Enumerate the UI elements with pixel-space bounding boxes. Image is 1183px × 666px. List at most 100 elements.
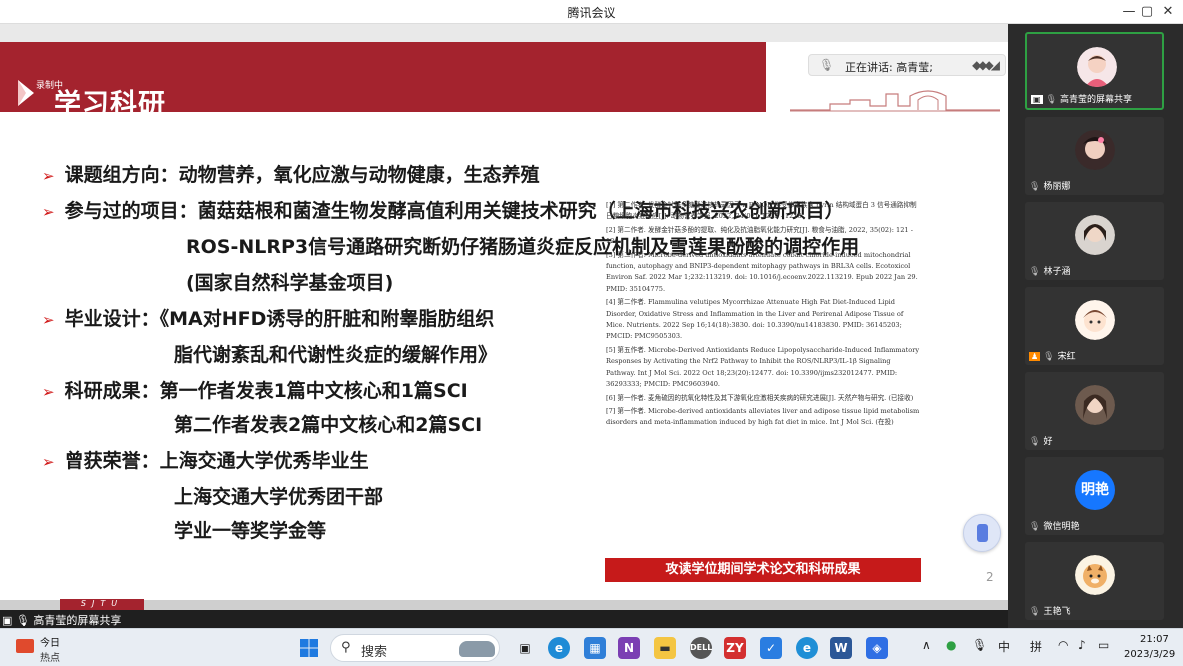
- campus-skyline-icon: [790, 90, 1000, 112]
- store-icon[interactable]: ▦: [584, 637, 606, 659]
- avatar: 明艳: [1075, 470, 1115, 510]
- mic-icon: 🎙: [1029, 522, 1041, 532]
- tencent-meeting-icon[interactable]: ◈: [866, 637, 888, 659]
- achievement-line-2: 第二作者发表2篇中文核心和2篇SCI: [174, 414, 483, 436]
- share-top-strip: [0, 24, 1008, 42]
- speaking-label: 正在讲话: 高青莹;: [845, 61, 933, 74]
- bullet-research-direction: ➢ 课题组方向：动物营养，氧化应激与动物健康，生态养殖: [42, 164, 540, 186]
- participant-name: 微信明艳: [1043, 522, 1080, 532]
- honor-line-2: 上海交通大学优秀团干部: [174, 486, 384, 508]
- bullet-arrow-icon: ➢: [42, 383, 55, 401]
- audio-wave-icon: ◆◆◆◢: [972, 58, 1000, 72]
- slide-title: 学习科研: [54, 89, 166, 112]
- sound-icon[interactable]: ♪: [1078, 638, 1086, 652]
- reference-item: [3] 第二作者. Microbe-derived antioxidants a…: [606, 250, 918, 293]
- bullet-achievements: ➢ 科研成果：第一作者发表1篇中文核心和1篇SCI: [42, 380, 468, 402]
- participant-tile[interactable]: 🎙 王艳飞: [1025, 542, 1164, 620]
- reference-item: [4] 第二作者. Flammulina velutipes Mycorrhiz…: [606, 298, 904, 341]
- share-screen-icon: ▣: [1031, 95, 1043, 104]
- bullet-arrow-icon: ➢: [42, 167, 55, 185]
- task-view-icon[interactable]: ▣: [514, 637, 536, 659]
- floating-assistant-button[interactable]: [963, 514, 1001, 552]
- close-icon[interactable]: ✕: [1150, 0, 1183, 24]
- video-panel: ▣ 🎙 高青莹的屏幕共享 🎙 杨丽娜 🎙 林子涵 ♟ 🎙 宋红 🎙 好 明艳 🎙…: [1008, 24, 1183, 628]
- mic-icon: 🎙: [1043, 352, 1055, 362]
- windows-start-icon[interactable]: [298, 637, 320, 659]
- news-widget-title[interactable]: 今日: [40, 634, 60, 649]
- record-logo-icon: [18, 80, 34, 106]
- honor-line-3: 学业一等奖学金等: [174, 520, 327, 542]
- references-caption: 攻读学位期间学术论文和科研成果: [605, 558, 921, 582]
- windows-taskbar: 今日 热点 ⚲ 搜索 ▣ e ▦ N ▬ DELL ZY ✓ e W ◈ ∧ ●…: [0, 628, 1183, 666]
- bullet-honors: ➢ 曾获荣誉：上海交通大学优秀毕业生: [42, 450, 369, 472]
- reference-item: [6] 第一作者. 麦角硫因的抗氧化特性及其下游氧化应激相关疾病的研究进展[J]…: [606, 393, 914, 402]
- bullet-thesis: ➢ 毕业设计：《MA对HFD诱导的肝脏和附睾脂肪组织: [42, 308, 495, 330]
- edge-browser-icon[interactable]: e: [548, 637, 570, 659]
- share-owner-label: 高青莹的屏幕共享: [33, 614, 122, 627]
- search-icon: ⚲: [341, 640, 351, 655]
- participant-tile[interactable]: 🎙 好: [1025, 372, 1164, 450]
- search-placeholder: 搜索: [361, 645, 388, 660]
- zy-app-icon[interactable]: ZY: [724, 637, 746, 659]
- news-widget-icon[interactable]: [16, 639, 34, 653]
- taskbar-search[interactable]: ⚲ 搜索: [330, 634, 500, 662]
- clock-date[interactable]: 2023/3/29: [1124, 649, 1175, 660]
- sjtu-brand: SJTU: [60, 599, 144, 610]
- ime-mode[interactable]: 拼: [1030, 638, 1042, 655]
- feishu-icon[interactable]: ✓: [760, 637, 782, 659]
- participant-name: 宋红: [1057, 352, 1076, 362]
- share-screen-icon: ▣: [2, 614, 13, 627]
- avatar: [1077, 47, 1117, 87]
- reference-item: [7] 第一作者. Microbe-derived antioxidants a…: [606, 406, 920, 427]
- wechat-tray-icon[interactable]: ●: [946, 638, 956, 652]
- mic-icon: 🎙: [819, 58, 835, 72]
- thesis-line-2: 脂代谢紊乱和代谢性炎症的缓解作用》: [174, 344, 498, 366]
- speaker-indicator: 🎙 正在讲话: 高青莹; ◆◆◆◢: [808, 54, 1006, 76]
- banner-decoration: [766, 42, 1008, 112]
- clock-time[interactable]: 21:07: [1140, 634, 1169, 645]
- mic-icon: 🎙: [1029, 182, 1041, 192]
- file-explorer-icon[interactable]: ▬: [654, 637, 676, 659]
- news-widget-subtitle[interactable]: 热点: [40, 649, 60, 664]
- reference-item: [2] 第二作者. 发酵金针菇多酚的提取、纯化及抗油脂氧化能力研究[J]. 粮食…: [606, 225, 913, 246]
- participant-name: 好: [1043, 437, 1053, 447]
- participant-tile[interactable]: 明艳 🎙 微信明艳: [1025, 457, 1164, 535]
- participant-name: 高青莹的屏幕共享: [1060, 95, 1133, 105]
- ie-browser-icon[interactable]: e: [796, 637, 818, 659]
- mic-icon: 🎙: [1029, 437, 1041, 447]
- reference-item: [5] 第五作者. Microbe-Derived Antioxidants R…: [606, 345, 920, 389]
- usb-icon: [977, 524, 988, 542]
- participant-tile[interactable]: ♟ 🎙 宋红: [1025, 287, 1164, 365]
- share-status-bar: ▣ 🎙 高青莹的屏幕共享: [0, 610, 1008, 628]
- avatar: [1075, 215, 1115, 255]
- shared-screen: 录制中 学习科研 🎙 正在讲话: 高青莹; ◆◆◆◢ ➢ 课题组方向：动物营养，氧…: [0, 24, 1008, 628]
- onenote-icon[interactable]: N: [618, 637, 640, 659]
- references-list: [1] 第二作者. 发酵金针菇多糖通过核转录因子-κ B-NOD 样受体家族含 …: [606, 200, 922, 466]
- mic-icon: 🎙: [15, 614, 30, 627]
- slide-footer: SJTU: [0, 599, 1008, 610]
- battery-icon[interactable]: ▭: [1098, 638, 1109, 652]
- wifi-icon[interactable]: ◠: [1058, 638, 1068, 652]
- participant-tile[interactable]: 🎙 林子涵: [1025, 202, 1164, 280]
- window-titlebar: 腾讯会议 — ▢ ✕: [0, 0, 1183, 24]
- mic-icon: 🎙: [1045, 95, 1057, 105]
- avatar: [1075, 130, 1115, 170]
- participant-tile[interactable]: ▣ 🎙 高青莹的屏幕共享: [1025, 32, 1164, 110]
- mic-icon[interactable]: 🎙: [972, 638, 987, 652]
- participant-name: 王艳飞: [1043, 607, 1071, 617]
- participant-tile[interactable]: 🎙 杨丽娜: [1025, 117, 1164, 195]
- word-icon[interactable]: W: [830, 637, 852, 659]
- ime-language[interactable]: 中: [998, 638, 1010, 655]
- window-title: 腾讯会议: [567, 6, 616, 20]
- avatar: [1075, 385, 1115, 425]
- bullet-arrow-icon: ➢: [42, 453, 55, 471]
- tray-overflow-icon[interactable]: ∧: [922, 638, 931, 652]
- bullet-arrow-icon: ➢: [42, 203, 55, 221]
- search-highlight-icon: [459, 641, 495, 657]
- slide-body: ➢ 课题组方向：动物营养，氧化应激与动物健康，生态养殖 ➢ 参与过的项目：菌菇菇根和…: [0, 112, 1008, 600]
- mic-icon: 🎙: [1029, 607, 1041, 617]
- participant-name: 杨丽娜: [1043, 182, 1071, 192]
- dell-icon[interactable]: DELL: [690, 637, 712, 659]
- participant-name: 林子涵: [1043, 267, 1071, 277]
- slide-page-number: 2: [986, 570, 994, 584]
